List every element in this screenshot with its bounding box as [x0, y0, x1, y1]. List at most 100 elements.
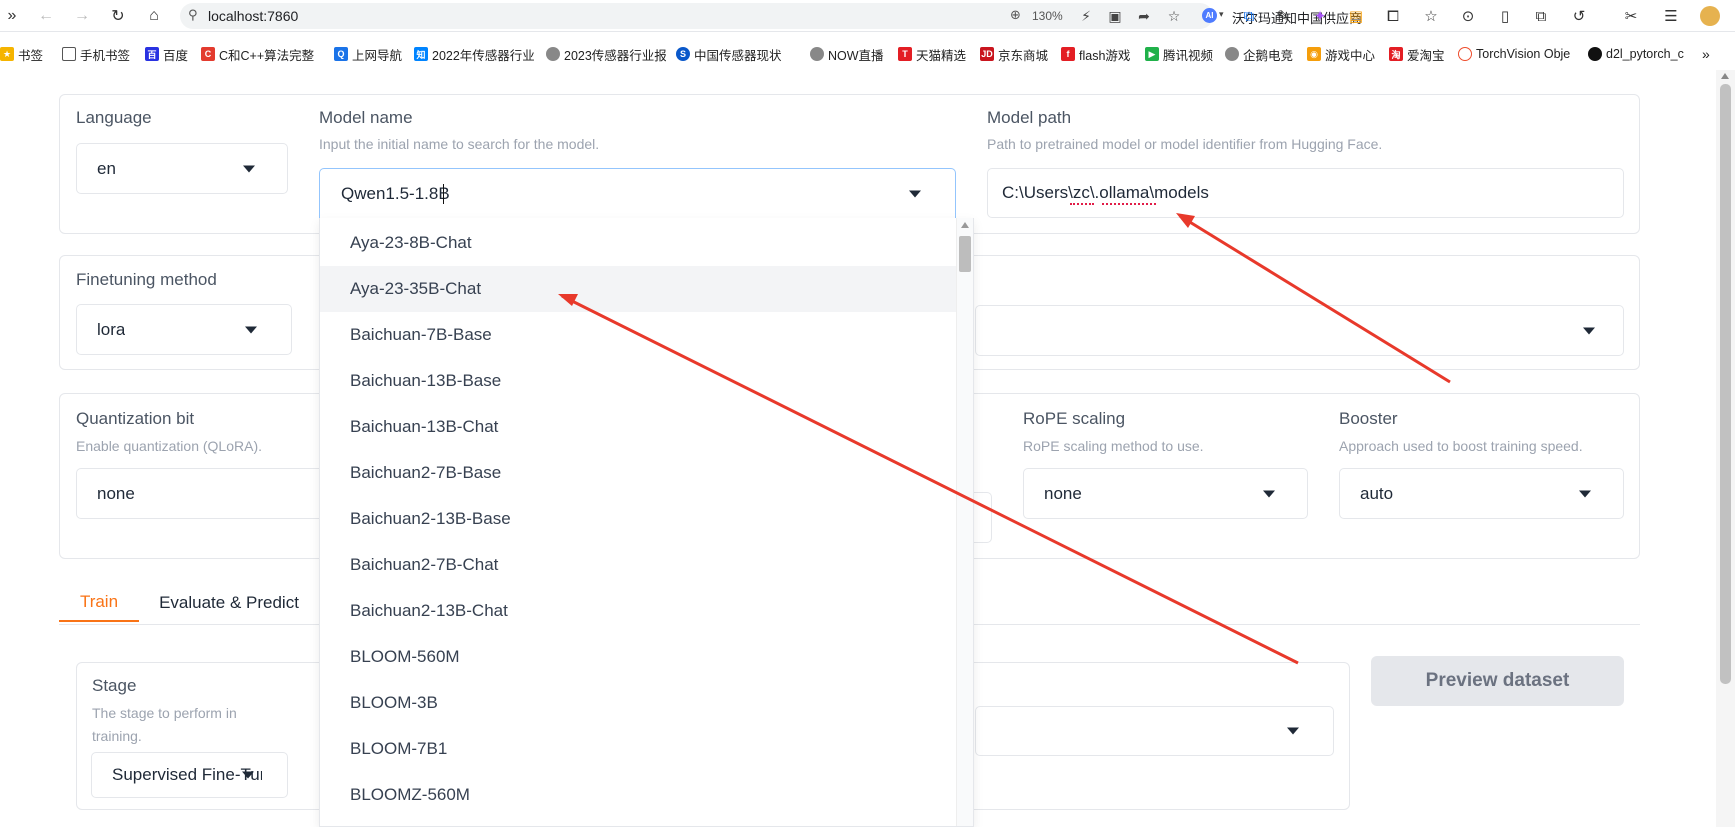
home-icon[interactable]: ⌂ [142, 4, 166, 28]
dropdown-option[interactable]: Aya-23-35B-Chat [320, 266, 958, 312]
share-icon[interactable]: ➦ [1134, 6, 1154, 26]
bookmark-item[interactable]: ★ 书签 [0, 44, 48, 64]
dropdown-option[interactable]: Baichuan2-7B-Chat [320, 542, 958, 588]
bookmark-item[interactable]: 知 2022年传感器行业 [414, 44, 534, 64]
tmall-icon: T [898, 47, 912, 61]
bookmark-item[interactable]: ◉ 游戏中心 [1307, 44, 1383, 64]
reload-icon[interactable]: ↻ [106, 4, 130, 28]
dropdown-option[interactable]: BLOOM-3B [320, 680, 958, 726]
dropdown-option[interactable]: Baichuan-7B-Base [320, 312, 958, 358]
rope-select[interactable]: none [1023, 468, 1308, 519]
tab-train[interactable]: Train [59, 584, 139, 622]
pen-icon[interactable]: ✎ [1272, 5, 1294, 27]
download-icon[interactable]: ⊙ [1457, 5, 1479, 27]
bookmark-item[interactable]: S 中国传感器现状 [676, 44, 796, 64]
back-icon[interactable]: ← [34, 4, 58, 28]
bookmark-item[interactable]: 2023传感器行业报 [546, 44, 666, 64]
bookmark-item[interactable]: 企鹅电竞 [1225, 44, 1301, 64]
bookmark-label: 上网导航 [352, 48, 403, 63]
quant-select[interactable]: none [76, 468, 328, 519]
extensions-icon[interactable]: ⧠ [1382, 5, 1404, 27]
spellcheck-underline [1070, 203, 1094, 205]
model-path-label: Model path [987, 108, 1072, 127]
stage-select[interactable]: Supervised Fine-Tun [91, 752, 288, 798]
ai-assistant-icon[interactable]: ✦ [1309, 5, 1331, 27]
bookmark-item[interactable]: 淘爱淘宝 [1389, 44, 1451, 64]
flash-icon: f [1061, 47, 1075, 61]
booster-select[interactable]: auto [1339, 468, 1624, 519]
more-bookmarks-icon[interactable]: » [1702, 44, 1722, 64]
forward-icon[interactable]: → [70, 4, 94, 28]
bookmark-label: 百度 [163, 48, 189, 63]
scissors-icon[interactable]: ✂ [1620, 5, 1642, 27]
language-select[interactable]: en [76, 143, 288, 194]
bookmark-item[interactable]: f flash游戏 [1061, 44, 1139, 64]
bookmark-item[interactable]: TorchVision Obje [1458, 44, 1576, 64]
bookmark-item[interactable]: d2l_pytorch_c [1588, 44, 1692, 64]
bookmark-item[interactable]: 手机书签 [62, 44, 138, 64]
chevron-down-icon [245, 326, 257, 333]
tab-evaluate-predict[interactable]: Evaluate & Predict [155, 584, 303, 622]
dropdown-option[interactable]: BLOOMZ-560M [320, 772, 958, 818]
dataset-select[interactable] [975, 706, 1334, 756]
page-scroll-thumb[interactable] [1720, 84, 1731, 684]
dropdown-option[interactable]: BLOOM-7B1 [320, 726, 958, 772]
model-name-label: Model name [319, 108, 413, 127]
bookmark-label: 企鹅电竞 [1243, 48, 1294, 63]
bookmark-label: TorchVision Obje [1476, 47, 1571, 61]
bookmark-item[interactable]: 百百度 [145, 44, 197, 64]
bookmark-item[interactable]: C C和C++算法完整 [201, 44, 319, 64]
translate-icon[interactable]: ⧉ [1238, 5, 1260, 27]
dropdown-option[interactable]: Baichuan-13B-Base [320, 358, 958, 404]
history-icon[interactable]: ↺ [1568, 5, 1590, 27]
dropdown-option[interactable]: BLOOM-560M [320, 634, 958, 680]
avatar[interactable] [1700, 6, 1720, 26]
model-path-value[interactable]: C:\Users\zc\.ollama\models [1002, 183, 1209, 203]
dropdown-scrollbar[interactable] [956, 218, 973, 826]
mobile-icon[interactable]: ▯ [1494, 5, 1516, 27]
page-scrollbar[interactable] [1716, 70, 1735, 827]
dropdown-option[interactable]: Baichuan2-13B-Chat [320, 588, 958, 634]
dropdown-option[interactable]: Baichuan2-7B-Base [320, 450, 958, 496]
rope-value: none [1044, 483, 1082, 503]
taobao-icon: 淘 [1389, 47, 1403, 61]
scroll-up-icon[interactable] [961, 222, 969, 228]
dropdown-option[interactable]: Baichuan2-13B-Base [320, 496, 958, 542]
model-name-value[interactable]: Qwen1.5-1.8B [341, 184, 450, 204]
bookmark-star-icon[interactable]: ☆ [1420, 5, 1442, 27]
finetune-select[interactable]: lora [76, 304, 292, 355]
bookmark-item[interactable]: T 天猫精选 [898, 44, 972, 64]
sidebar-toggle-icon[interactable]: » [0, 4, 24, 28]
zoom-level[interactable]: 130% [1032, 9, 1063, 23]
reader-icon[interactable]: ▣ [1105, 6, 1125, 26]
model-name-info: Input the initial name to search for the… [319, 136, 600, 152]
bookmark-label: 手机书签 [80, 48, 131, 63]
lightning-icon[interactable]: ⚡ [1076, 6, 1096, 26]
bookmark-item[interactable]: ▶ 腾讯视频 [1145, 44, 1221, 64]
bookmark-label: 2022年传感器行业 [432, 48, 534, 63]
dropdown-option[interactable]: Baichuan-13B-Chat [320, 404, 958, 450]
globe-icon [810, 47, 824, 61]
zoom-icon[interactable]: ⊕ [1010, 7, 1021, 23]
bookmark-label: 天猫精选 [916, 48, 967, 63]
favorite-star-icon[interactable]: ☆ [1164, 6, 1184, 26]
bookmark-item[interactable]: Q 上网导航 [334, 44, 410, 64]
window-icon[interactable]: ⧉ [1530, 5, 1552, 27]
bookmark-label: 书签 [18, 48, 44, 63]
menu-icon[interactable]: ☰ [1660, 5, 1682, 27]
scroll-up-icon[interactable] [1721, 73, 1729, 79]
bookmark-item[interactable]: NOW直播 [810, 44, 890, 64]
chevron-down-icon: ▾ [1219, 9, 1224, 19]
dropdown-scroll-thumb[interactable] [959, 236, 971, 272]
address-bar[interactable]: ⚲ localhost:7860 ⊕ 130% ⚡ ▣ ➦ ☆ AI ▾ 沃尔玛… [180, 3, 1362, 29]
bookmark-item[interactable]: JD 京东商城 [980, 44, 1052, 64]
webui-page: Language en Model name Input the initial… [0, 70, 1735, 827]
preview-dataset-button[interactable]: Preview dataset [1371, 656, 1624, 706]
model-name-dropdown[interactable]: Aya-23-8B-Chat Aya-23-35B-Chat Baichuan-7B… [319, 218, 974, 827]
chevron-down-icon [1579, 490, 1591, 497]
model-path-input[interactable]: C:\Users\zc\.ollama\models [987, 168, 1624, 218]
folder-icon[interactable]: ▤ [1345, 5, 1367, 27]
dropdown-option[interactable]: Aya-23-8B-Chat [320, 220, 958, 266]
adapter-select[interactable] [975, 305, 1624, 356]
model-name-select[interactable]: Qwen1.5-1.8B [319, 168, 956, 218]
